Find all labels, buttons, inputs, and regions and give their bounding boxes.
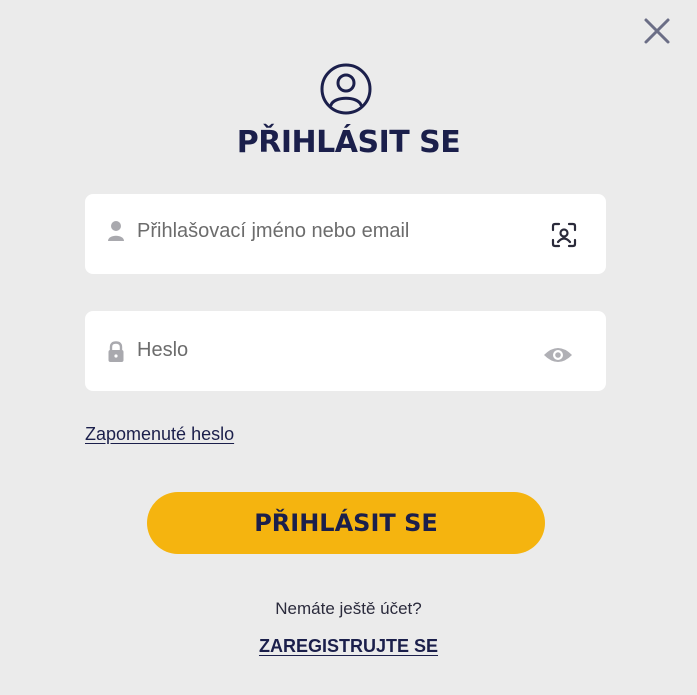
password-input[interactable] bbox=[137, 337, 537, 363]
password-field bbox=[85, 311, 606, 391]
page-title: PŘIHLÁSIT SE bbox=[236, 125, 461, 160]
close-button[interactable] bbox=[640, 14, 674, 48]
close-icon bbox=[644, 18, 670, 44]
register-link[interactable]: ZAREGISTRUJTE SE bbox=[259, 636, 438, 656]
no-account-text: Nemáte ještě účet? bbox=[275, 599, 422, 618]
user-circle-icon bbox=[319, 62, 373, 116]
register-row: ZAREGISTRUJTE SE bbox=[0, 636, 697, 657]
username-field bbox=[85, 194, 606, 274]
login-button[interactable]: PŘIHLÁSIT SE bbox=[147, 492, 545, 554]
eye-icon[interactable] bbox=[543, 344, 573, 366]
forgot-password-link[interactable]: Zapomenuté heslo bbox=[85, 424, 234, 445]
lock-icon bbox=[107, 341, 125, 363]
username-input[interactable] bbox=[137, 218, 537, 244]
user-icon bbox=[107, 220, 125, 242]
face-scan-icon[interactable] bbox=[551, 222, 577, 248]
